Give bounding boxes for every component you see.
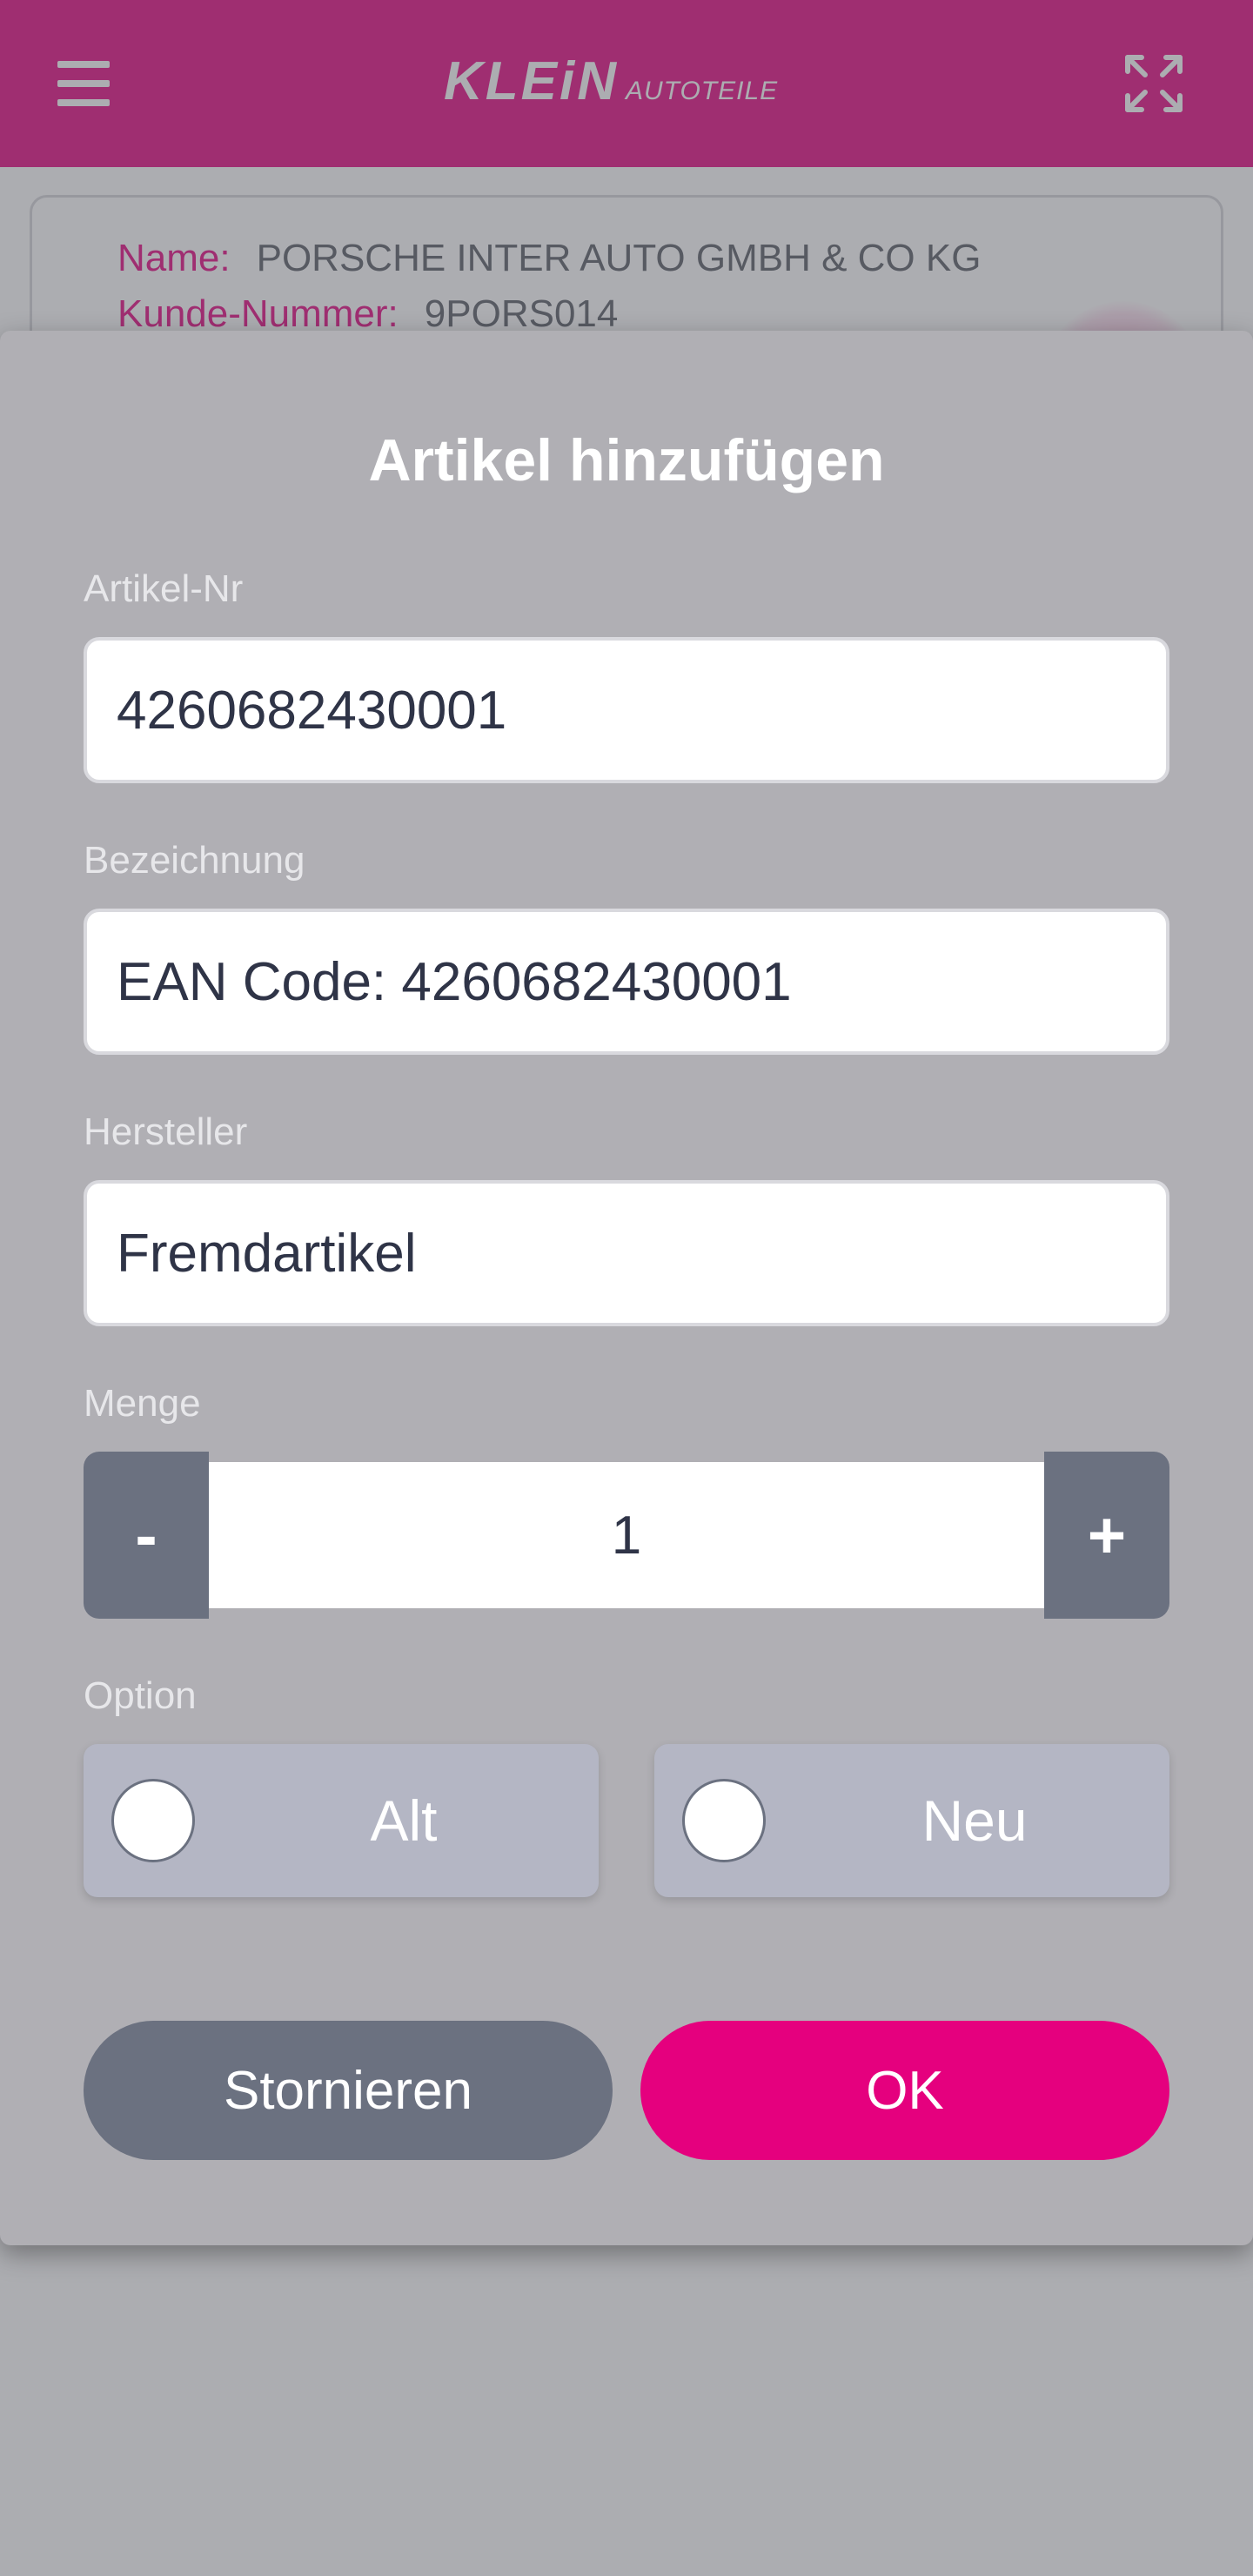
quantity-increase-button[interactable]: +	[1044, 1452, 1169, 1619]
manufacturer-label: Hersteller	[84, 1110, 248, 1153]
quantity-stepper: - +	[84, 1452, 1169, 1619]
option-alt-radio[interactable]	[111, 1779, 195, 1862]
option-label: Option	[84, 1674, 197, 1717]
option-neu-radio[interactable]	[682, 1779, 766, 1862]
option-neu-label: Neu	[921, 1788, 1028, 1853]
cancel-button[interactable]: Stornieren	[84, 2021, 613, 2160]
option-alt-label: Alt	[370, 1788, 438, 1853]
option-neu[interactable]: Neu	[654, 1744, 1169, 1897]
dialog-title: Artikel hinzufügen	[368, 427, 885, 493]
add-article-dialog: Artikel hinzufügen Artikel-Nr Bezeichnun…	[0, 331, 1253, 2245]
quantity-label: Menge	[84, 1382, 201, 1425]
manufacturer-input[interactable]	[84, 1180, 1169, 1326]
quantity-input[interactable]	[209, 1462, 1044, 1608]
quantity-decrease-button[interactable]: -	[84, 1452, 209, 1619]
description-label: Bezeichnung	[84, 839, 305, 882]
article-number-label: Artikel-Nr	[84, 567, 244, 610]
option-alt[interactable]: Alt	[84, 1744, 599, 1897]
ok-button[interactable]: OK	[640, 2021, 1169, 2160]
description-input[interactable]	[84, 909, 1169, 1055]
article-number-input[interactable]	[84, 637, 1169, 783]
